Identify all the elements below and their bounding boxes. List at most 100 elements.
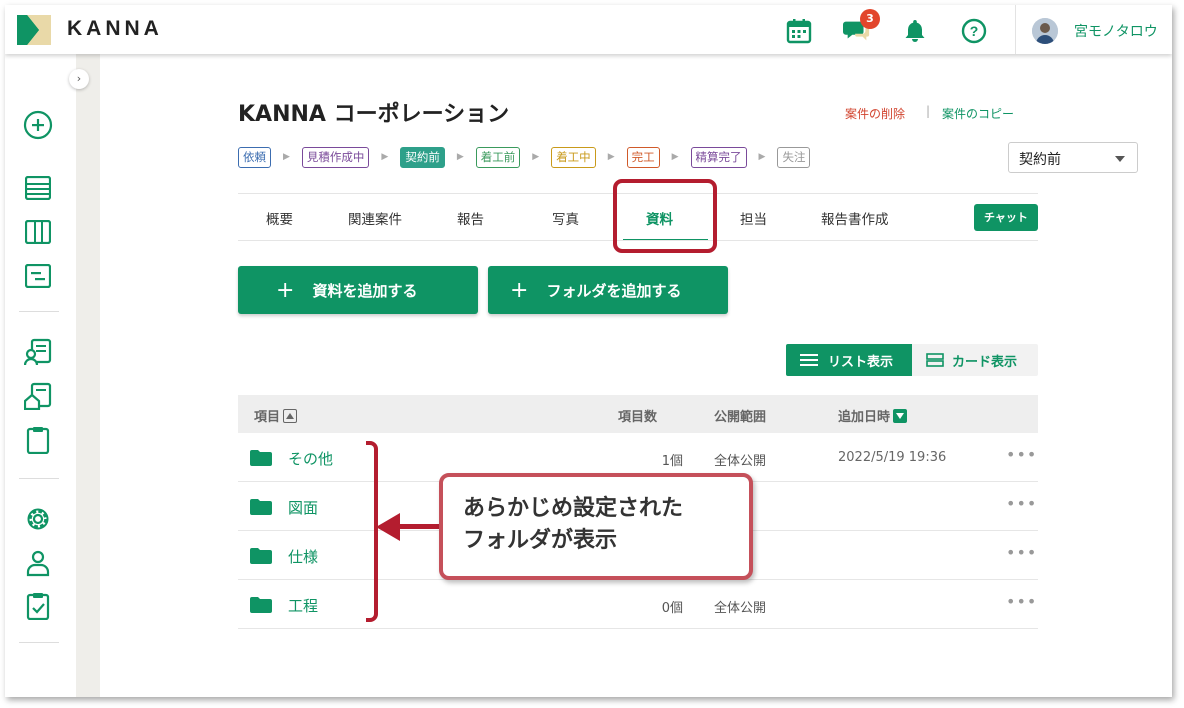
add-folder-button[interactable]: + フォルダを追加する — [488, 266, 728, 314]
plus-icon: + — [510, 277, 529, 303]
list-view-button[interactable]: リスト表示 — [786, 344, 912, 376]
sidebar-collapse-strip — [76, 54, 100, 697]
tab-report-creation[interactable]: 報告書作成 — [821, 208, 889, 228]
callout-line-1: あらかじめ設定された — [463, 496, 684, 521]
step-arrow-icon: ▶ — [532, 152, 540, 162]
column-view-icon[interactable] — [23, 217, 53, 247]
status-step[interactable]: 依頼 — [238, 146, 271, 168]
clipboard-icon[interactable] — [23, 425, 53, 455]
sidebar-toggle-button[interactable]: › — [69, 69, 89, 89]
customer-icon[interactable] — [23, 337, 53, 367]
sidebar-divider — [19, 311, 59, 312]
more-options-icon[interactable]: ••• — [1006, 592, 1037, 611]
annotation-callout: あらかじめ設定された フォルダが表示 — [439, 473, 753, 580]
checklist-icon[interactable] — [23, 591, 53, 621]
list-view-label: リスト表示 — [828, 354, 894, 370]
header-divider — [1015, 5, 1016, 54]
table-row[interactable]: 工程 0個 全体公開 ••• — [238, 580, 1038, 629]
card-icon — [926, 353, 944, 367]
step-arrow-icon: ▶ — [671, 152, 679, 162]
property-icon[interactable] — [23, 381, 53, 411]
step-arrow-icon: ▶ — [607, 152, 615, 162]
notification-badge: 3 — [860, 9, 880, 29]
user-icon[interactable] — [23, 548, 53, 578]
add-file-label: 資料を追加する — [312, 281, 418, 300]
header-date-label: 追加日時 — [838, 410, 891, 425]
header-scope: 公開範囲 — [714, 410, 767, 425]
more-options-icon[interactable]: ••• — [1006, 494, 1037, 513]
chat-button[interactable]: チャット — [974, 204, 1038, 231]
chevron-down-icon — [1115, 156, 1125, 162]
sidebar — [5, 54, 76, 697]
add-circle-icon[interactable] — [23, 110, 53, 140]
gantt-view-icon[interactable] — [23, 261, 53, 291]
copy-case-link[interactable]: 案件のコピー — [942, 105, 1014, 122]
folder-name[interactable]: 工程 — [288, 595, 318, 616]
status-steps: 依頼 ▶ 見積作成中 ▶ 契約前 ▶ 着工前 ▶ 着工中 ▶ 完工 ▶ 精算完了 ▶ 失注 — [238, 146, 811, 168]
top-header: KANNA 3 ? 宮モノタロウ — [5, 5, 1172, 54]
app-window: KANNA 3 ? 宮モノタロウ › KANNA コーポレーション 案件の削除 … — [5, 5, 1172, 697]
step-arrow-icon: ▶ — [456, 152, 464, 162]
status-step[interactable]: 失注 — [777, 146, 811, 168]
main-content: KANNA コーポレーション 案件の削除 | 案件のコピー 依頼 ▶ 見積作成中 ▶ 契… — [100, 54, 1172, 697]
header-item-label: 項目 — [254, 410, 281, 425]
sidebar-divider — [19, 478, 59, 479]
status-step[interactable]: 見積作成中 — [301, 146, 370, 168]
status-step[interactable]: 着工前 — [475, 146, 521, 168]
kanna-logo-icon[interactable] — [17, 15, 51, 45]
page-title: KANNA コーポレーション — [238, 102, 510, 127]
header-item[interactable]: 項目 — [254, 406, 298, 425]
annotation-arrow-icon — [376, 513, 400, 541]
folder-icon — [250, 499, 272, 515]
folder-icon — [250, 597, 272, 613]
add-folder-label: フォルダを追加する — [546, 281, 682, 300]
annotation-arrow-line — [399, 524, 441, 529]
table-header: 項目 項目数 公開範囲 追加日時 — [238, 395, 1038, 433]
header-count: 項目数 — [618, 410, 658, 425]
status-step[interactable]: 着工中 — [551, 146, 596, 168]
status-step[interactable]: 完工 — [626, 146, 660, 168]
avatar[interactable] — [1032, 18, 1058, 44]
tab-assignees[interactable]: 担当 — [740, 208, 767, 228]
help-icon[interactable]: ? — [960, 17, 988, 45]
item-count: 0個 — [661, 601, 683, 616]
status-step[interactable]: 契約前 — [400, 146, 445, 168]
list-icon — [800, 354, 818, 366]
sort-asc-icon[interactable] — [283, 409, 298, 423]
more-options-icon[interactable]: ••• — [1006, 445, 1037, 464]
calendar-icon[interactable] — [785, 17, 813, 45]
add-file-button[interactable]: + 資料を追加する — [238, 266, 478, 314]
plus-icon: + — [276, 277, 295, 303]
folder-name[interactable]: 仕様 — [288, 546, 318, 567]
tab-reports[interactable]: 報告 — [457, 208, 484, 228]
svg-text:?: ? — [970, 23, 979, 39]
callout-line-2: フォルダが表示 — [463, 528, 618, 553]
bell-icon[interactable] — [901, 17, 929, 45]
step-arrow-icon: ▶ — [381, 152, 389, 162]
tab-related-cases[interactable]: 関連案件 — [348, 208, 402, 228]
sidebar-divider — [19, 642, 59, 643]
folder-name[interactable]: 図面 — [288, 497, 318, 518]
folder-name[interactable]: その他 — [288, 448, 333, 469]
header-date[interactable]: 追加日時 — [838, 406, 908, 425]
delete-case-link[interactable]: 案件の削除 — [845, 105, 905, 122]
status-step[interactable]: 精算完了 — [690, 146, 747, 168]
folder-icon — [250, 450, 272, 466]
visibility-scope: 全体公開 — [714, 601, 767, 616]
card-view-label: カード表示 — [952, 354, 1018, 370]
card-view-button[interactable]: カード表示 — [912, 344, 1038, 376]
list-view-icon[interactable] — [23, 173, 53, 203]
step-arrow-icon: ▶ — [758, 152, 766, 162]
tab-photos[interactable]: 写真 — [552, 208, 579, 228]
more-options-icon[interactable]: ••• — [1006, 543, 1037, 562]
user-name[interactable]: 宮モノタロウ — [1074, 21, 1158, 41]
view-toggle: リスト表示 カード表示 — [786, 344, 1038, 376]
folder-icon — [250, 548, 272, 564]
sort-desc-icon[interactable] — [893, 409, 908, 423]
tab-overview[interactable]: 概要 — [266, 208, 293, 228]
status-select-value: 契約前 — [1019, 152, 1061, 168]
highlight-box — [613, 179, 717, 253]
status-select[interactable]: 契約前 — [1008, 142, 1138, 173]
settings-icon[interactable] — [23, 504, 53, 534]
logo-text: KANNA — [67, 17, 163, 40]
